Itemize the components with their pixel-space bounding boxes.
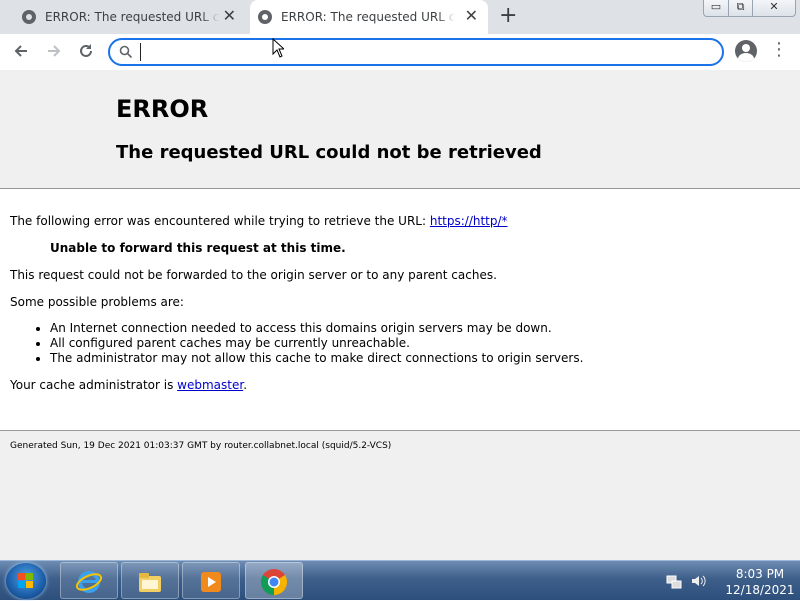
taskbar-windows-explorer[interactable] [121, 562, 179, 599]
windows-explorer-icon [139, 573, 161, 592]
mouse-cursor-icon [272, 38, 284, 58]
list-item: An Internet connection needed to access … [50, 321, 583, 336]
back-arrow-icon[interactable] [10, 42, 32, 62]
network-icon[interactable] [666, 573, 682, 589]
intro-text: The following error was encountered whil… [10, 214, 427, 228]
tab-title: ERROR: The requested URL could not be re… [45, 10, 219, 24]
clock-date[interactable]: 12/18/2021 [720, 583, 800, 597]
globe-icon [258, 10, 272, 24]
profile-avatar-icon[interactable] [735, 40, 757, 62]
tab-error-2-active[interactable]: ERROR: The requested URL could not be re… [250, 0, 488, 34]
generated-info: Generated Sun, 19 Dec 2021 01:03:37 GMT … [10, 441, 392, 451]
reload-icon[interactable] [75, 42, 97, 62]
error-header: ERROR The requested URL could not be ret… [0, 70, 800, 189]
page-title: ERROR [116, 95, 209, 123]
admin-suffix: . [243, 378, 248, 392]
taskbar-media-player[interactable] [182, 562, 240, 599]
taskbar-chrome[interactable] [245, 562, 303, 599]
tab-title: ERROR: The requested URL could not be re… [281, 10, 455, 24]
error-reason: Unable to forward this request at this t… [50, 241, 346, 255]
start-button[interactable] [6, 563, 46, 599]
admin-paragraph: Your cache administrator is webmaster. [10, 378, 247, 392]
maximize-button[interactable]: ⧉ [728, 0, 753, 17]
chrome-icon [260, 569, 288, 596]
list-item: The administrator may not allow this cac… [50, 351, 583, 366]
address-bar[interactable] [108, 38, 724, 66]
requested-url-link[interactable]: https://http/* [430, 214, 508, 228]
taskbar-internet-explorer[interactable] [60, 562, 118, 599]
system-tray: 8:03 PM 12/18/2021 [660, 561, 800, 601]
taskbar: 8:03 PM 12/18/2021 [0, 560, 800, 600]
forward-arrow-icon[interactable] [43, 42, 65, 62]
browser-toolbar: ⋮ [0, 34, 800, 71]
volume-icon[interactable] [690, 573, 706, 589]
intro-paragraph: The following error was encountered whil… [10, 214, 508, 228]
new-tab-button[interactable]: + [499, 5, 517, 27]
page-content: ERROR The requested URL could not be ret… [0, 70, 800, 561]
minimize-button[interactable]: ▭ [703, 0, 729, 17]
problems-list: An Internet connection needed to access … [30, 321, 583, 366]
tab-bar: ERROR: The requested URL could not be re… [0, 0, 800, 34]
problems-heading: Some possible problems are: [10, 295, 184, 309]
list-item: All configured parent caches may be curr… [50, 336, 583, 351]
windows-logo-icon [18, 573, 33, 588]
address-input[interactable] [140, 43, 701, 61]
media-player-icon [201, 572, 221, 592]
clock-time[interactable]: 8:03 PM [720, 567, 800, 581]
tab-error-1[interactable]: ERROR: The requested URL could not be re… [14, 0, 246, 34]
page-subtitle: The requested URL could not be retrieved [116, 142, 542, 163]
internet-explorer-icon [75, 571, 103, 593]
more-menu-icon[interactable]: ⋮ [770, 41, 788, 59]
tab-close-icon[interactable]: ✕ [223, 8, 236, 24]
explanation-text: This request could not be forwarded to t… [10, 268, 497, 282]
admin-text: Your cache administrator is [10, 378, 174, 392]
close-window-button[interactable]: ✕ [752, 0, 796, 17]
search-icon [119, 45, 133, 59]
webmaster-link[interactable]: webmaster [177, 378, 243, 392]
tab-close-icon[interactable]: ✕ [465, 8, 478, 24]
globe-icon [22, 10, 36, 24]
page-footer: Generated Sun, 19 Dec 2021 01:03:37 GMT … [0, 430, 800, 561]
